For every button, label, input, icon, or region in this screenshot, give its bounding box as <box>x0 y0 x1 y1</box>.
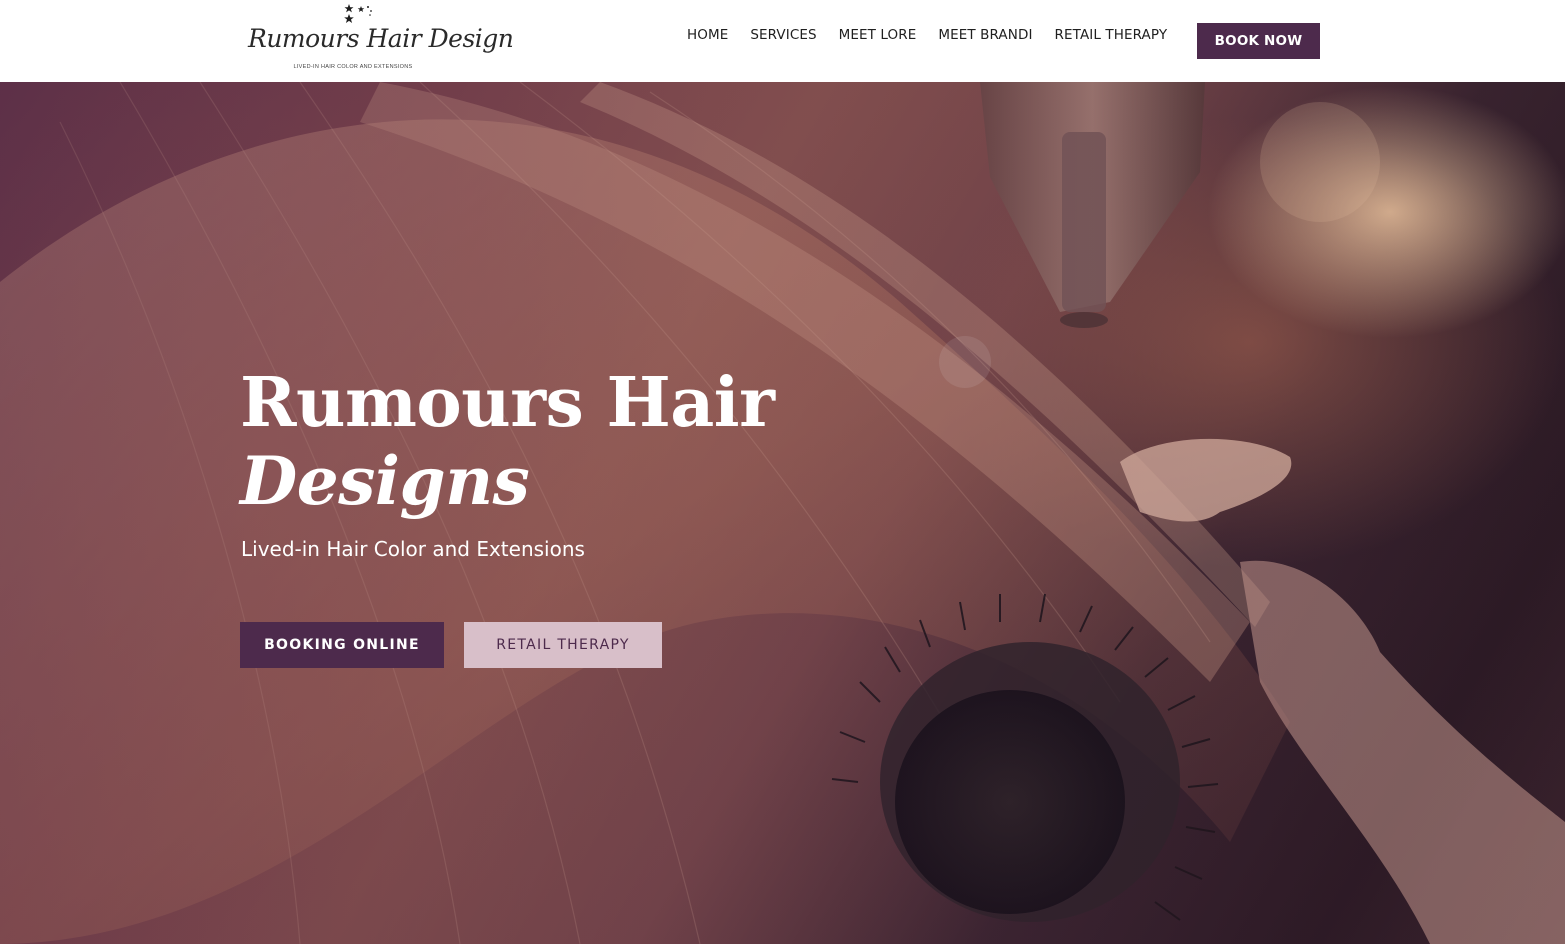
nav-item-meet-brandi[interactable]: MEET BRANDI <box>938 27 1032 43</box>
page: Rumours Hair Design LIVED-IN HAIR COLOR … <box>0 0 1565 944</box>
book-now-button[interactable]: BOOK NOW <box>1197 23 1320 59</box>
hero-title-line-1: Rumours Hair <box>240 363 775 443</box>
logo-tagline: LIVED-IN HAIR COLOR AND EXTENSIONS <box>293 64 413 70</box>
nav-item-home[interactable]: HOME <box>687 27 728 43</box>
retail-therapy-button[interactable]: RETAIL THERAPY <box>464 622 662 668</box>
hero-overlay <box>0 82 1565 944</box>
stars-icon <box>344 4 372 23</box>
hero-section: Rumours Hair Designs Lived-in Hair Color… <box>0 82 1565 944</box>
nav-item-meet-lore[interactable]: MEET LORE <box>839 27 917 43</box>
hero-title-line-2: Designs <box>240 442 530 520</box>
nav-item-retail-therapy[interactable]: RETAIL THERAPY <box>1055 27 1168 43</box>
booking-online-button[interactable]: BOOKING ONLINE <box>240 622 444 668</box>
main-nav: HOME SERVICES MEET LORE MEET BRANDI RETA… <box>687 27 1167 43</box>
site-logo[interactable]: Rumours Hair Design LIVED-IN HAIR COLOR … <box>248 2 514 74</box>
logo-wordmark: Rumours Hair Design <box>248 24 514 53</box>
hero-title: Rumours Hair Designs <box>240 363 775 520</box>
nav-item-services[interactable]: SERVICES <box>750 27 816 43</box>
site-header: Rumours Hair Design LIVED-IN HAIR COLOR … <box>0 0 1565 82</box>
hero-subtitle: Lived-in Hair Color and Extensions <box>241 537 585 561</box>
